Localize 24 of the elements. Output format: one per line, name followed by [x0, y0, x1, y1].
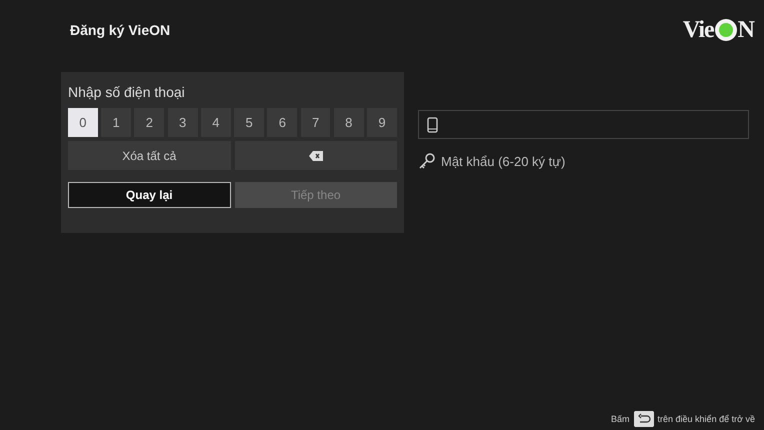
digit-key[interactable]: 5 — [234, 108, 264, 137]
digit-key[interactable]: 1 — [101, 108, 132, 137]
phone-icon — [427, 116, 438, 132]
digit-key[interactable]: 2 — [134, 108, 164, 137]
backspace-button[interactable] — [234, 141, 397, 170]
backspace-icon — [308, 150, 323, 160]
vieon-logo: Vie N — [682, 16, 754, 44]
clear-all-button[interactable]: Xóa tất cả — [68, 141, 230, 170]
digit-key[interactable]: 7 — [300, 108, 330, 137]
back-button[interactable]: Quay lại — [68, 182, 230, 208]
phone-label: Nhập số điện thoại — [68, 84, 186, 100]
digit-key[interactable]: 3 — [168, 108, 198, 137]
hint-text: Bấm — [611, 414, 630, 424]
page-title: Đăng ký VieON — [70, 22, 170, 38]
digit-key[interactable]: 9 — [367, 108, 397, 137]
return-key-icon — [634, 411, 654, 427]
hint-text: trên điều khiển để trở về — [658, 414, 755, 424]
digit-key[interactable]: 6 — [267, 108, 298, 137]
digit-key[interactable]: 0 — [68, 108, 98, 137]
digit-key[interactable]: 8 — [334, 108, 364, 137]
digit-key[interactable]: 4 — [200, 108, 231, 137]
password-label: Mật khẩu (6-20 ký tự) — [441, 154, 566, 168]
phone-input-field[interactable] — [418, 110, 749, 139]
key-icon — [418, 152, 436, 170]
